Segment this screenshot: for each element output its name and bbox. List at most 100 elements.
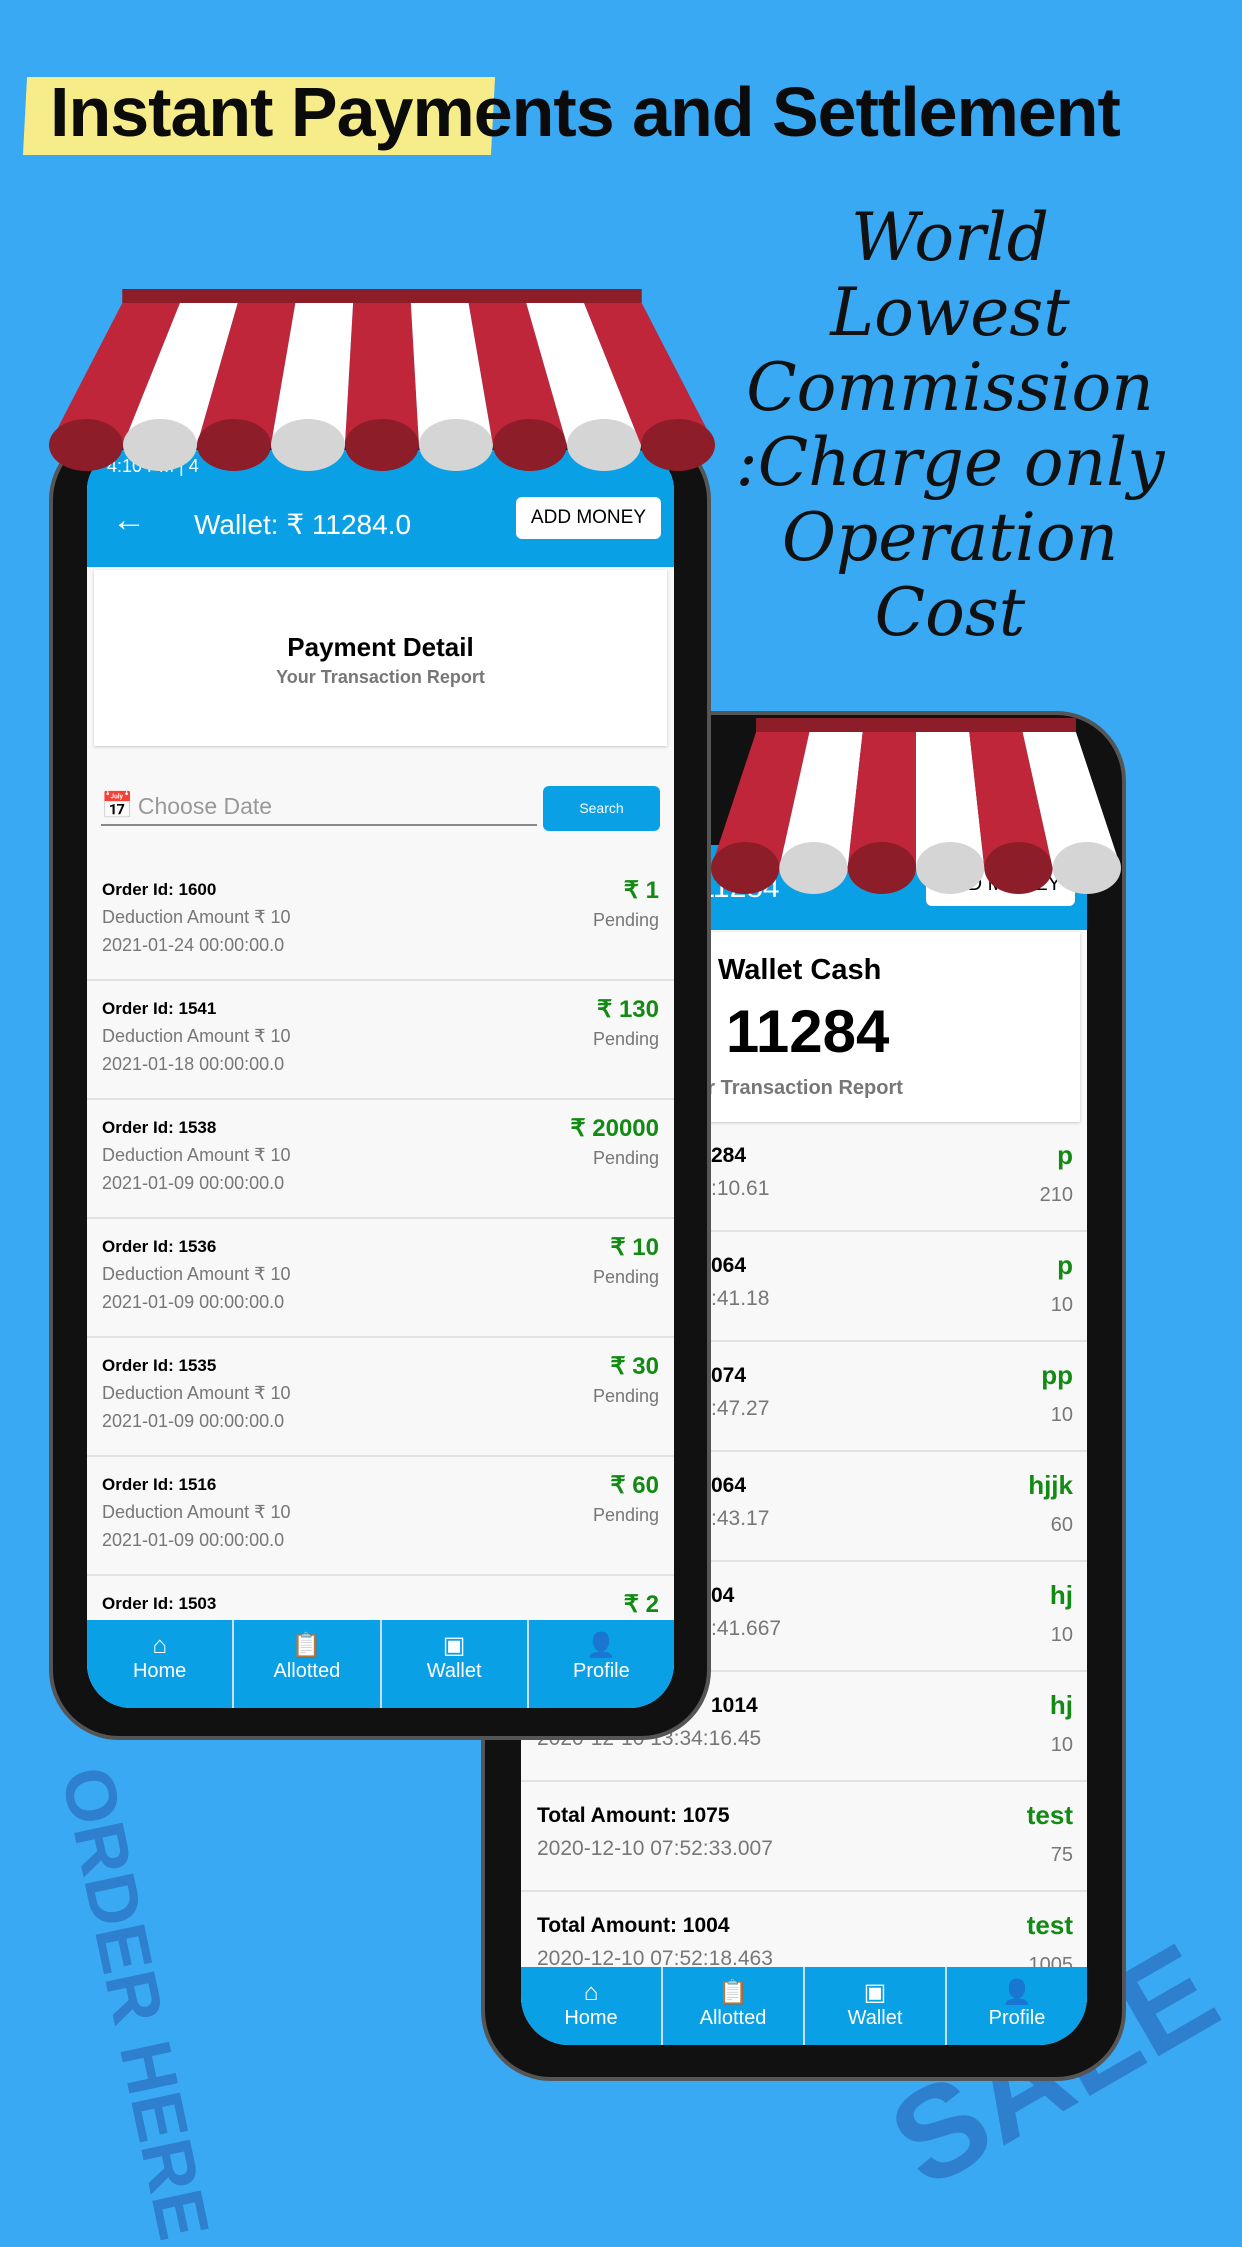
clipboard-icon: 📋 (291, 1632, 322, 1659)
awning-scallop (984, 842, 1053, 894)
awning-scallop (271, 419, 345, 471)
payment-detail-card: Payment Detail Your Transaction Report (94, 570, 667, 746)
nav-label: Profile (573, 1660, 630, 1682)
tagline-line: Commission (746, 349, 1154, 426)
wallet-icon: ▣ (863, 1979, 887, 2006)
order-status: Pending (592, 1029, 659, 1049)
total-amount: Total Amount: 1004 (537, 1914, 730, 1937)
awning-top-bar (756, 718, 1076, 732)
order-id: Order Id: 1535 (102, 1356, 217, 1375)
tagline-line: Lowest (830, 274, 1070, 351)
deduction-amount: Deduction Amount ₹ 10 (102, 1026, 291, 1046)
transaction-row[interactable]: Order Id: 1600 Deduction Amount ₹ 10 202… (87, 862, 674, 981)
nav-profile[interactable]: 👤 Profile (526, 1620, 674, 1708)
nav-home[interactable]: ⌂ Home (521, 1967, 661, 2045)
nav-label: Wallet (426, 1660, 482, 1682)
transaction-value: 210 (1039, 1184, 1073, 1206)
order-status: Pending (592, 910, 659, 930)
awning-scallop (49, 419, 123, 471)
home-icon: ⌂ (152, 1632, 167, 1659)
transaction-label: p (1057, 1250, 1073, 1280)
add-money-button[interactable]: ADD MONEY (515, 497, 661, 539)
awning-scallop (916, 842, 985, 894)
transaction-label: hj (1049, 1580, 1073, 1610)
wallet-cash-title: Wallet Cash (718, 954, 882, 986)
order-amount: ₹ 20000 (570, 1115, 659, 1142)
awning-scallop (1052, 842, 1121, 894)
nav-label: Wallet (847, 2007, 903, 2029)
deduction-amount: Deduction Amount ₹ 10 (102, 1264, 291, 1284)
total-amount: 1014 (711, 1694, 758, 1717)
wallet-icon: ▣ (442, 1632, 466, 1659)
awning-scallop (493, 419, 567, 471)
tagline-line: Operation (781, 499, 1119, 576)
payment-detail-subtitle: Your Transaction Report (276, 667, 485, 687)
awning-scallop (711, 842, 780, 894)
deduction-amount: Deduction Amount ₹ 10 (102, 907, 291, 927)
transaction-value: 10 (1050, 1734, 1073, 1756)
order-date: 2021-01-09 00:00:00.0 (102, 1411, 285, 1431)
calendar-icon: 📅 (101, 790, 134, 820)
transaction-label: test (1026, 1910, 1073, 1940)
transaction-row[interactable]: Order Id: 1541 Deduction Amount ₹ 10 202… (87, 981, 674, 1100)
transaction-row[interactable]: Order Id: 1536 Deduction Amount ₹ 10 202… (87, 1219, 674, 1338)
order-amount: ₹ 130 (597, 996, 659, 1023)
total-amount: 284 (711, 1144, 747, 1167)
transaction-value: 75 (1050, 1844, 1073, 1866)
back-arrow-icon[interactable]: ← (112, 501, 146, 540)
transaction-date: :10.61 (711, 1177, 770, 1200)
wallet-transaction-row[interactable]: Total Amount: 1075 2020-12-10 07:52:33.0… (521, 1782, 1087, 1892)
order-id: Order Id: 1538 (102, 1118, 217, 1137)
nav-label: Allotted (699, 2007, 767, 2029)
transaction-value: 60 (1050, 1514, 1073, 1536)
date-picker[interactable]: 📅 Choose Date (101, 790, 537, 826)
awning-scallop (345, 419, 419, 471)
awning-scallop (123, 419, 197, 471)
awning-top-bar (122, 289, 642, 303)
nav-label: Allotted (273, 1660, 341, 1682)
order-date: 2021-01-18 00:00:00.0 (102, 1054, 285, 1074)
headline: Instant Payments and Settlement (50, 73, 1121, 151)
nav-wallet[interactable]: ▣ Wallet (379, 1620, 527, 1708)
nav-allotted[interactable]: 📋 Allotted (661, 1967, 803, 2045)
tagline-line: World (851, 199, 1049, 276)
awning-scallop (567, 419, 641, 471)
transaction-date: :43.17 (711, 1507, 770, 1530)
order-amount: ₹ 2 (623, 1591, 659, 1618)
nav-profile[interactable]: 👤 Profile (945, 1967, 1087, 2045)
bottom-nav: ⌂ Home 📋 Allotted ▣ Wallet 👤 Profile (521, 1967, 1087, 2045)
order-id: Order Id: 1541 (102, 999, 217, 1018)
transaction-value: 10 (1050, 1294, 1073, 1316)
transaction-date: :47.27 (711, 1397, 770, 1420)
nav-allotted[interactable]: 📋 Allotted (232, 1620, 379, 1708)
search-button[interactable]: Search (543, 786, 660, 831)
home-icon: ⌂ (583, 1979, 599, 2006)
total-amount: 074 (711, 1364, 747, 1387)
order-id: Order Id: 1503 (102, 1594, 217, 1613)
transaction-row[interactable]: Order Id: 1538 Deduction Amount ₹ 10 202… (87, 1100, 674, 1219)
order-amount: ₹ 10 (610, 1234, 659, 1261)
transaction-row[interactable]: Order Id: 1516 Deduction Amount ₹ 10 202… (87, 1457, 674, 1576)
order-id: Order Id: 1536 (102, 1237, 217, 1256)
total-amount: 064 (711, 1474, 747, 1497)
awning-scallop (847, 842, 916, 894)
awning-scallop (419, 419, 493, 471)
transaction-row[interactable]: Order Id: 1535 Deduction Amount ₹ 10 202… (87, 1338, 674, 1457)
order-amount: ₹ 1 (623, 877, 659, 904)
awning-scallop (641, 419, 715, 471)
transaction-date: :41.18 (711, 1287, 770, 1310)
order-amount: ₹ 60 (610, 1472, 659, 1499)
transaction-value: 10 (1050, 1624, 1073, 1646)
payment-detail-title: Payment Detail (287, 632, 474, 662)
nav-label: Home (132, 1660, 187, 1682)
order-id: Order Id: 1600 (102, 880, 217, 899)
bottom-nav: ⌂ Home 📋 Allotted ▣ Wallet 👤 Profile (87, 1620, 674, 1708)
transaction-label: hj (1049, 1690, 1073, 1720)
transaction-label: p (1057, 1140, 1073, 1170)
awning-scallop (779, 842, 848, 894)
order-status: Pending (592, 1386, 659, 1406)
nav-wallet[interactable]: ▣ Wallet (803, 1967, 945, 2045)
order-status: Pending (592, 1267, 659, 1287)
nav-home[interactable]: ⌂ Home (87, 1620, 232, 1708)
awning-scallop (197, 419, 271, 471)
